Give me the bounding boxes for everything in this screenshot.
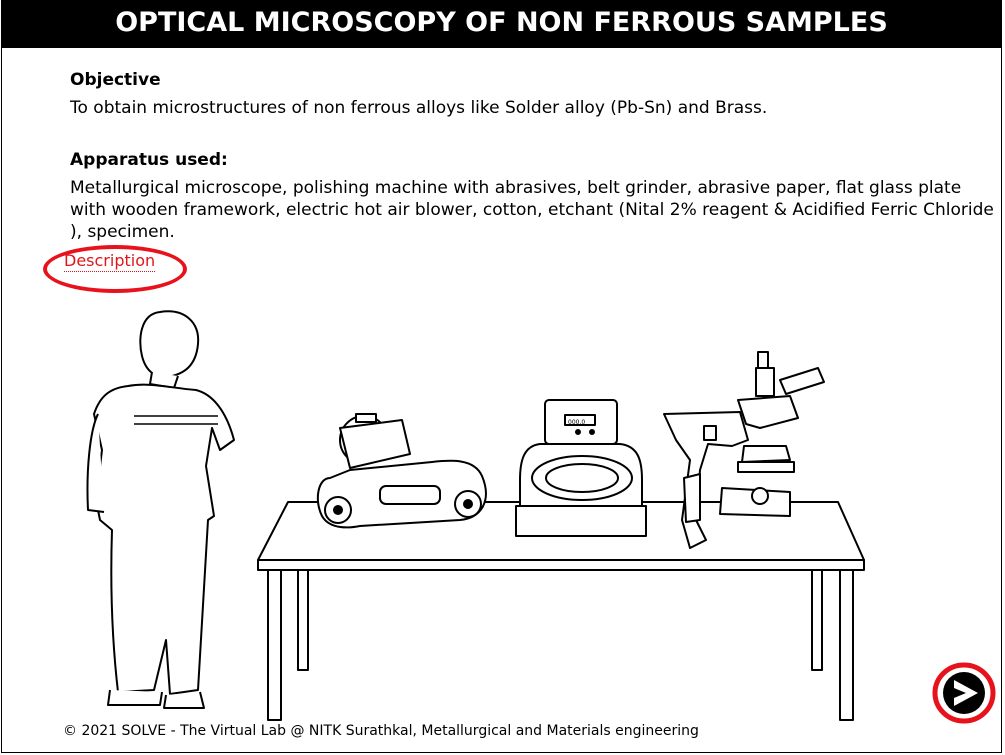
- next-button[interactable]: [932, 662, 996, 724]
- footer-copyright: © 2021 SOLVE - The Virtual Lab @ NITK Su…: [63, 723, 699, 739]
- polisher-display-label: 000.0: [568, 419, 585, 426]
- lab-scene-illustration: 000.0: [86, 310, 865, 721]
- apparatus-heading: Apparatus used:: [70, 150, 228, 170]
- description-link[interactable]: Description: [64, 251, 156, 272]
- belt-grinder-illustration: [316, 413, 487, 529]
- page-title: OPTICAL MICROSCOPY OF NON FERROUS SAMPLE…: [1, 0, 1002, 48]
- person-figure: [86, 310, 235, 709]
- objective-text: To obtain microstructures of non ferrous…: [70, 98, 768, 118]
- objective-heading: Objective: [70, 70, 161, 90]
- arrow-right-icon: [932, 662, 996, 724]
- apparatus-text: Metallurgical microscope, polishing mach…: [70, 178, 994, 242]
